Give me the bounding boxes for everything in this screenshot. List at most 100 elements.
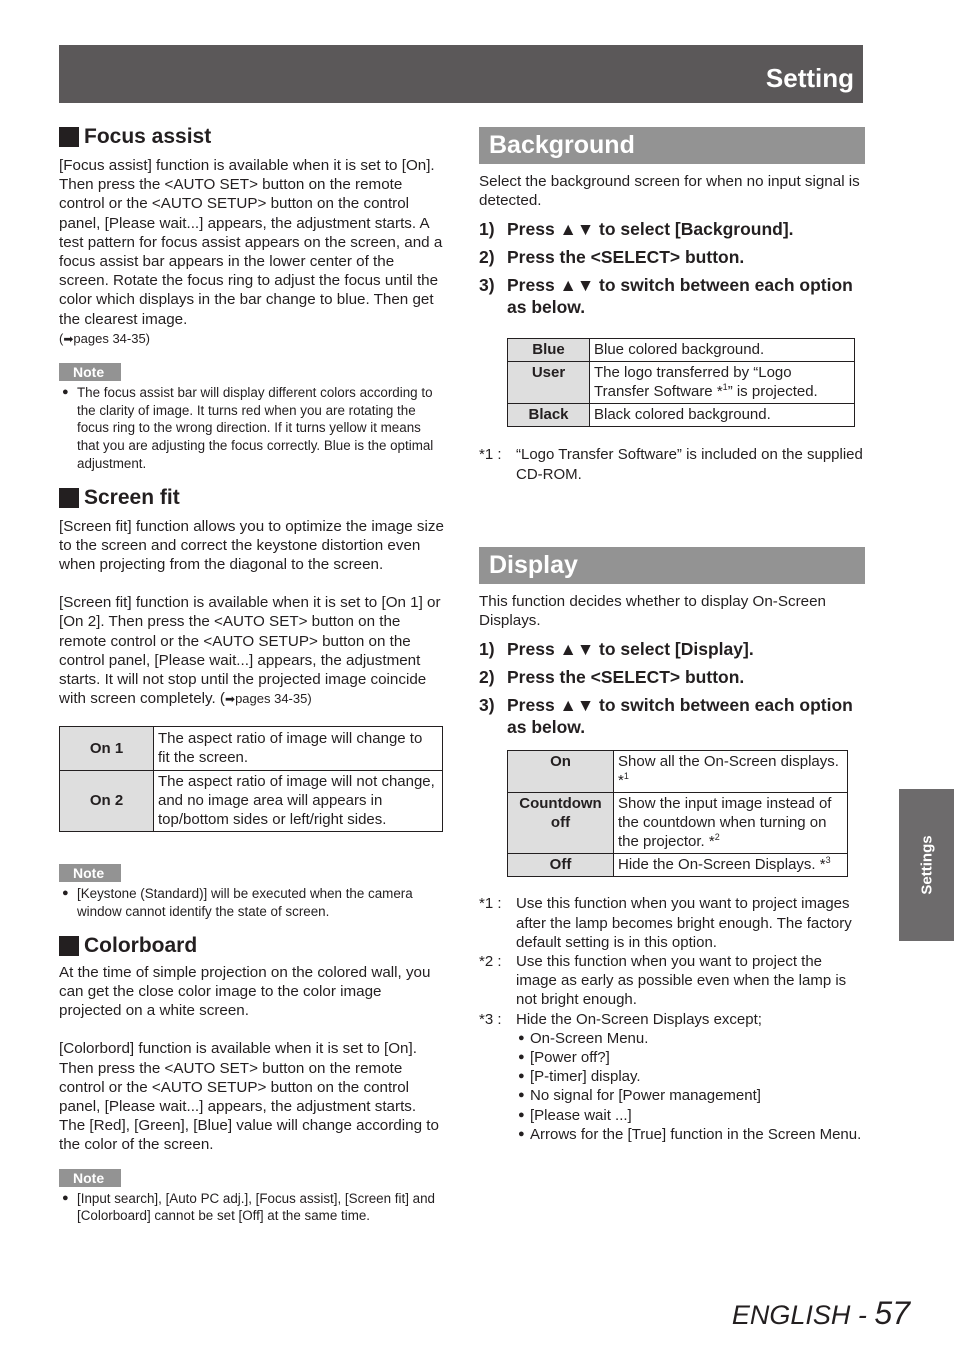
- note-label: Note: [59, 1168, 121, 1187]
- footer-language: ENGLISH: [731, 1300, 851, 1330]
- note-text: [Keystone (Standard)] will be executed w…: [77, 886, 413, 920]
- table-row: On 1 The aspect ratio of image will chan…: [59, 726, 443, 772]
- heading-text: Screen fit: [84, 485, 180, 509]
- footnote: *1 : “Logo Transfer Software” is include…: [479, 445, 865, 483]
- bullet-icon: ●: [518, 1127, 525, 1140]
- right-column: Background Select the background screen …: [479, 127, 865, 1143]
- side-tab-settings[interactable]: Settings: [899, 789, 954, 941]
- step-text: Press the <SELECT> button.: [507, 247, 745, 268]
- display-section: Display This function decides whether to…: [479, 547, 865, 1144]
- footnote: *2 : Use this function when you want to …: [479, 952, 865, 1010]
- heading-square-icon: [59, 127, 79, 147]
- heading-text: Focus assist: [84, 125, 212, 148]
- desc-text: ” is projected.: [727, 383, 818, 401]
- note-item: ● [Input search], [Auto PC adj.], [Focus…: [59, 1190, 445, 1225]
- table-row: On 2 The aspect ratio of image will not …: [59, 770, 443, 833]
- option-key: Countdown off: [507, 792, 614, 855]
- step-number: 1): [479, 639, 495, 660]
- background-heading: Background: [479, 127, 865, 164]
- footnote-mark: *2 :: [479, 953, 502, 971]
- list-item-text: [P-timer] display.: [530, 1068, 641, 1086]
- page-footer: ENGLISH - 57: [732, 1296, 910, 1332]
- table-row: User The logo transferred by “Logo Trans…: [507, 361, 855, 405]
- heading-square-icon: [59, 487, 79, 508]
- screen-fit-body-2: [Screen fit] function is available when …: [59, 593, 445, 709]
- option-desc: Blue colored background.: [589, 338, 855, 363]
- display-footnotes: *1 : Use this function when you want to …: [479, 894, 865, 1144]
- step-item: 2) Press the <SELECT> button.: [479, 666, 865, 688]
- heading-text: Colorboard: [84, 933, 198, 957]
- colorboard-section: Colorboard At the time of simple project…: [59, 933, 445, 1225]
- list-item-text: On-Screen Menu.: [530, 1029, 649, 1047]
- list-item-text: No signal for [Power management]: [530, 1087, 761, 1105]
- bullet-icon: ●: [518, 1108, 525, 1121]
- step-text: Press ▲▼ to switch between each option a…: [507, 695, 853, 738]
- step-item: 3) Press ▲▼ to switch between each option…: [479, 274, 865, 318]
- list-item: ● [Power off?]: [516, 1048, 865, 1067]
- bullet-icon: ●: [62, 386, 69, 399]
- step-item: 1) Press ▲▼ to select [Background].: [479, 218, 865, 240]
- option-desc: The aspect ratio of image will not chang…: [153, 770, 443, 833]
- option-key: On: [507, 750, 614, 794]
- footnote: *3 : Hide the On-Screen Displays except;: [479, 1010, 865, 1029]
- side-tab-label: Settings: [918, 835, 935, 895]
- desc-text: Show the input image instead of the coun…: [618, 795, 832, 851]
- page-title: Setting: [765, 63, 854, 93]
- step-text: Press the <SELECT> button.: [507, 667, 745, 688]
- option-key: Blue: [507, 338, 590, 363]
- footer-separator: -: [850, 1300, 875, 1330]
- page-number: 57: [874, 1295, 910, 1331]
- colorboard-body-2: [Colorbord] function is available when i…: [59, 1040, 439, 1154]
- table-row: Countdown off Show the input image inste…: [507, 792, 848, 855]
- list-item-text: [Please wait ...]: [530, 1106, 632, 1124]
- note-item: ● The focus assist bar will display diff…: [59, 384, 445, 473]
- screen-fit-heading: Screen fit: [59, 485, 445, 511]
- bullet-icon: ●: [518, 1070, 525, 1083]
- focus-assist-section: Focus assist [Focus assist] function is …: [59, 124, 445, 473]
- footnote-mark: *1 :: [479, 446, 502, 464]
- table-row: On Show all the On-Screen displays. *1: [507, 750, 848, 794]
- list-item: ● No signal for [Power management]: [516, 1086, 865, 1105]
- table-row: Off Hide the On-Screen Displays. *3: [507, 853, 848, 878]
- option-desc: Hide the On-Screen Displays. *3: [613, 853, 848, 878]
- background-footnotes: *1 : “Logo Transfer Software” is include…: [479, 445, 865, 483]
- step-text: Press ▲▼ to switch between each option a…: [507, 275, 853, 318]
- footnote-mark: *1 :: [479, 895, 502, 913]
- list-item-text: Arrows for the [True] function in the Sc…: [530, 1125, 862, 1143]
- bullet-icon: ●: [518, 1089, 525, 1102]
- list-item: ● [Please wait ...]: [516, 1106, 865, 1125]
- step-item: 1) Press ▲▼ to select [Display].: [479, 638, 865, 660]
- footnote-ref: 3: [825, 855, 831, 866]
- ref-text: pages 34-35): [235, 691, 312, 707]
- option-desc: Show the input image instead of the coun…: [613, 792, 848, 855]
- step-number: 2): [479, 247, 495, 268]
- background-section: Background Select the background screen …: [479, 127, 865, 484]
- option-key: On 1: [59, 726, 154, 772]
- bullet-icon: ●: [62, 1191, 69, 1204]
- screen-fit-table: On 1 The aspect ratio of image will chan…: [59, 726, 443, 833]
- footnote-mark: *3 :: [479, 1010, 502, 1028]
- desc-text: Show all the On-Screen displays. *: [618, 753, 839, 790]
- desc-text: Hide the On-Screen Displays. *: [618, 856, 826, 874]
- background-intro: Select the background screen for when no…: [479, 173, 860, 210]
- display-intro: This function decides whether to display…: [479, 593, 826, 630]
- focus-assist-heading: Focus assist: [59, 124, 445, 150]
- screen-fit-body-1: [Screen fit] function allows you to opti…: [59, 517, 444, 573]
- step-number: 3): [479, 275, 495, 296]
- left-column: Focus assist [Focus assist] function is …: [59, 124, 445, 1225]
- list-item: ● Arrows for the [True] function in the S…: [516, 1125, 865, 1144]
- note-text: [Input search], [Auto PC adj.], [Focus a…: [77, 1190, 435, 1224]
- background-steps: 1) Press ▲▼ to select [Background]. 2) Pre…: [479, 218, 865, 318]
- option-key: Off: [507, 853, 614, 878]
- page-reference: (➡pages 34-35): [59, 329, 445, 349]
- step-item: 2) Press the <SELECT> button.: [479, 246, 865, 268]
- footnote-ref: 1: [623, 771, 629, 782]
- ref-text: pages 34-35): [73, 330, 151, 346]
- footnote-text: “Logo Transfer Software” is included on …: [516, 446, 863, 483]
- colorboard-body-1: At the time of simple projection on the …: [59, 963, 431, 1020]
- display-heading: Display: [479, 547, 865, 584]
- note-label: Note: [59, 363, 121, 382]
- focus-assist-body: [Focus assist] function is available whe…: [59, 157, 443, 328]
- option-desc: Black colored background.: [589, 403, 855, 428]
- footnote-ref: 2: [714, 832, 720, 843]
